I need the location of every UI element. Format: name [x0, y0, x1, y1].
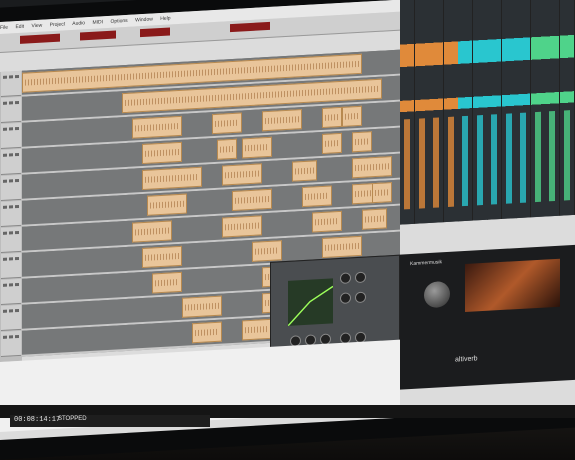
track-header[interactable]	[1, 304, 21, 331]
audio-clip[interactable]	[292, 160, 317, 182]
audio-clip[interactable]	[352, 131, 372, 153]
audio-clip[interactable]	[362, 208, 387, 230]
channel-fader[interactable]	[433, 117, 439, 208]
time-display: 00:08:14:17	[14, 416, 61, 424]
audio-clip[interactable]	[222, 163, 262, 186]
monitor-screen: File Edit View Project Audio MIDI Option…	[0, 0, 575, 441]
mixer-channel-strip[interactable]	[429, 0, 444, 224]
track-headers	[0, 70, 22, 362]
mixer-window	[400, 0, 575, 225]
channel-fader[interactable]	[534, 111, 541, 203]
audio-clip[interactable]	[322, 235, 362, 258]
mixer-channel-strip[interactable]	[472, 0, 488, 221]
channel-fader[interactable]	[476, 115, 483, 206]
channel-fader[interactable]	[491, 114, 497, 205]
channel-fader[interactable]	[404, 119, 410, 210]
audio-clip[interactable]	[302, 185, 332, 208]
menu-options[interactable]: Options	[110, 18, 127, 25]
channel-fader[interactable]	[447, 116, 454, 207]
track-header[interactable]	[1, 278, 21, 305]
audio-clip[interactable]	[232, 188, 272, 212]
audio-clip[interactable]	[222, 215, 262, 238]
mixer-channel-strip[interactable]	[414, 0, 430, 224]
track-header[interactable]	[1, 174, 21, 201]
audio-clip[interactable]	[142, 166, 202, 191]
mixer-channel-strip[interactable]	[487, 0, 502, 220]
channel-fader[interactable]	[462, 115, 468, 207]
mixer-channel-strip[interactable]	[443, 0, 459, 223]
track-header[interactable]	[1, 96, 21, 123]
audio-clip[interactable]	[152, 271, 182, 294]
audio-clip[interactable]	[147, 193, 187, 216]
menu-window[interactable]: Window	[135, 16, 153, 23]
audio-clip[interactable]	[212, 112, 242, 135]
audio-clip[interactable]	[182, 295, 222, 318]
menu-midi[interactable]: MIDI	[92, 19, 103, 26]
mixer-channel-strip[interactable]	[458, 0, 473, 222]
track-header[interactable]	[1, 70, 21, 97]
toolbar-button[interactable]	[140, 27, 170, 38]
menu-edit[interactable]: Edit	[15, 24, 24, 30]
audio-clip[interactable]	[142, 141, 182, 165]
audio-clip[interactable]	[352, 156, 392, 179]
audio-clip[interactable]	[262, 109, 302, 132]
audio-clip[interactable]	[252, 240, 282, 262]
audio-clip[interactable]	[312, 210, 342, 233]
audio-clip[interactable]	[132, 115, 182, 139]
audio-clip[interactable]	[142, 245, 182, 269]
reverb-room-image	[465, 258, 560, 313]
track-header[interactable]	[1, 226, 21, 253]
menu-project[interactable]: Project	[50, 21, 66, 28]
transport-state: STOPPED	[58, 416, 87, 422]
menu-audio[interactable]: Audio	[72, 20, 85, 27]
toolbar-button[interactable]	[230, 21, 270, 33]
toolbar-button[interactable]	[20, 33, 60, 44]
audio-clip[interactable]	[372, 182, 392, 204]
track-header[interactable]	[1, 200, 21, 227]
toolbar-button[interactable]	[80, 30, 116, 41]
audio-clip[interactable]	[132, 220, 172, 243]
mixer-channel-strip[interactable]	[501, 0, 517, 219]
channel-fader[interactable]	[563, 110, 570, 201]
track-header[interactable]	[1, 330, 21, 357]
channel-fader[interactable]	[549, 110, 555, 202]
mixer-channel-strip[interactable]	[545, 0, 560, 217]
compressor-graph	[288, 278, 333, 326]
mixer-channel-strip[interactable]	[559, 0, 575, 216]
channel-fader[interactable]	[505, 113, 512, 204]
track-header[interactable]	[1, 122, 21, 149]
menu-help[interactable]: Help	[160, 15, 170, 22]
audio-clip[interactable]	[242, 318, 272, 341]
mixer-channel-strip[interactable]	[530, 0, 546, 218]
audio-clip[interactable]	[242, 136, 272, 159]
mixer-channel-strip[interactable]	[400, 0, 415, 225]
menu-view[interactable]: View	[31, 23, 42, 30]
mixer-channel-strip[interactable]	[516, 0, 531, 219]
menu-file[interactable]: File	[0, 25, 8, 31]
audio-clip[interactable]	[217, 138, 237, 160]
reverb-brand: altiverb	[455, 355, 478, 364]
audio-clip[interactable]	[192, 321, 222, 344]
audio-clip[interactable]	[322, 106, 342, 128]
channel-fader[interactable]	[418, 118, 425, 209]
track-header[interactable]	[1, 252, 21, 279]
audio-clip[interactable]	[342, 105, 362, 127]
channel-fader[interactable]	[520, 112, 526, 203]
track-header[interactable]	[1, 148, 21, 175]
audio-clip[interactable]	[322, 132, 342, 154]
compressor-curve	[288, 285, 333, 326]
